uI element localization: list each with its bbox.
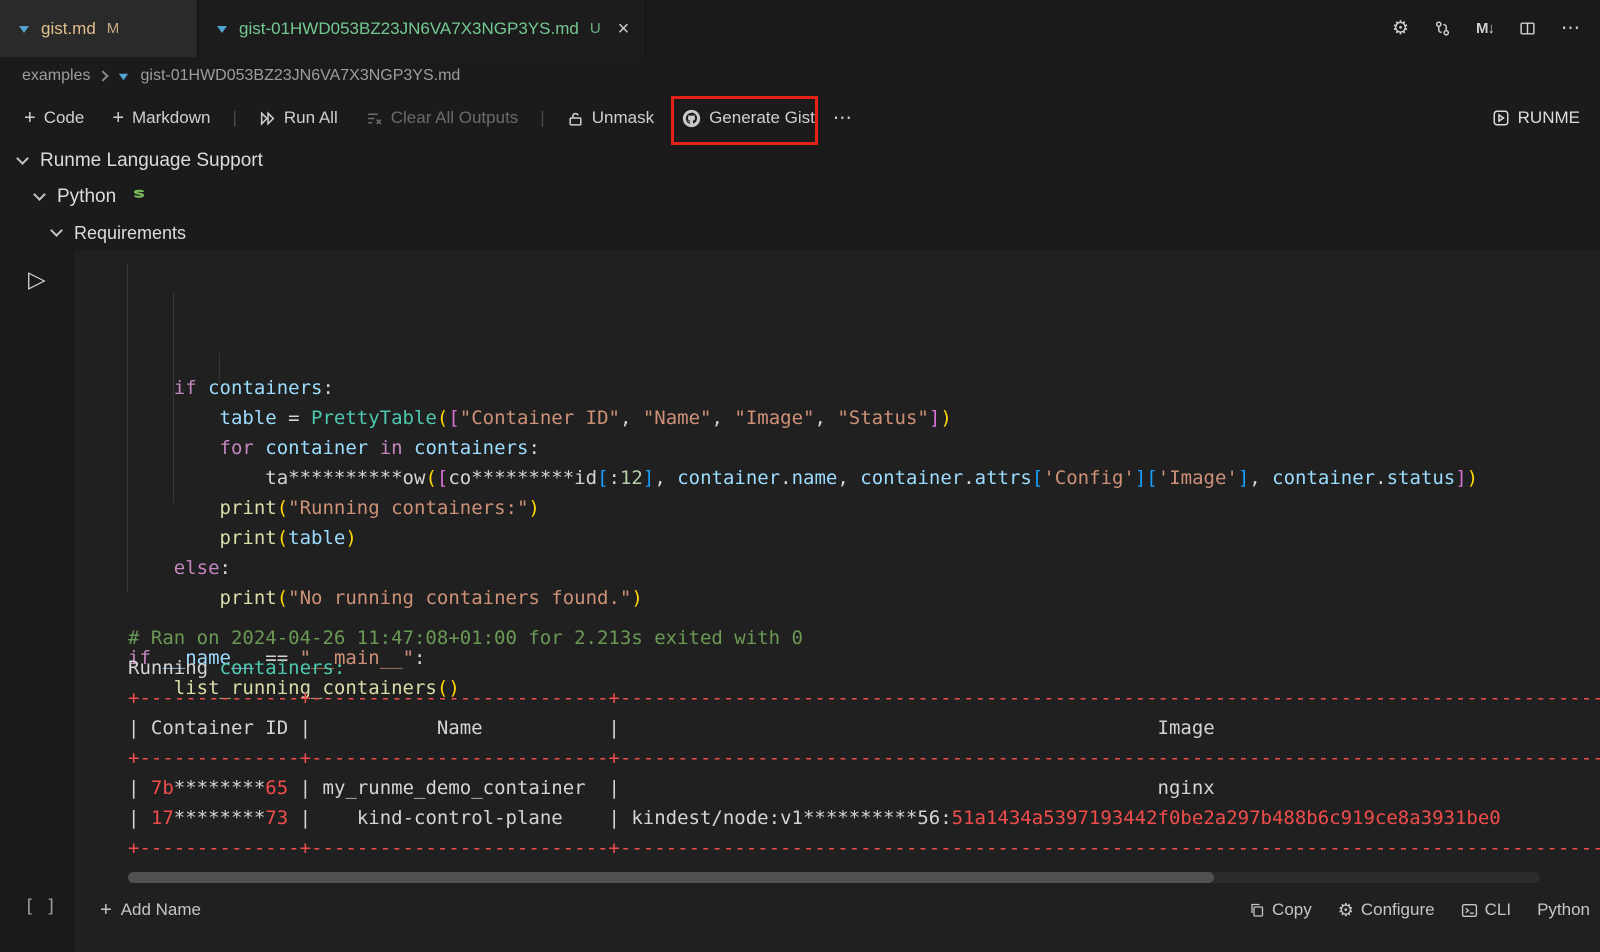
add-name-label: Add Name <box>121 900 201 920</box>
copy-button[interactable]: Copy <box>1249 900 1312 920</box>
notebook-toolbar: + Code + Markdown | Run All Clear All Ou… <box>0 95 1600 141</box>
add-code-label: Code <box>44 108 85 128</box>
section-runme-language-support[interactable]: Runme Language Support <box>0 143 1600 179</box>
add-code-cell-button[interactable]: + Code <box>14 102 94 134</box>
cli-label: CLI <box>1485 900 1511 920</box>
markdown-preview-icon[interactable]: M↓ <box>1476 20 1494 37</box>
chevron-down-icon <box>16 152 29 165</box>
unlock-icon <box>567 110 584 127</box>
scrollbar-thumb[interactable] <box>128 872 1214 883</box>
add-name-button[interactable]: + Add Name <box>100 899 201 922</box>
clear-outputs-icon <box>366 110 383 127</box>
indent-guide <box>173 293 174 503</box>
breadcrumb: examples gist-01HWD053BZ23JN6VA7X3NGP3YS… <box>0 57 1600 95</box>
configure-button[interactable]: ⚙ Configure <box>1338 900 1435 921</box>
toolbar-separator: | <box>536 108 548 128</box>
section-label: Python <box>57 186 116 208</box>
section-label: Requirements <box>74 223 186 244</box>
code-cell: ▷ [ ] if containers: table = PrettyTable… <box>0 250 1600 952</box>
markdown-file-icon <box>16 21 32 37</box>
add-markdown-cell-button[interactable]: + Markdown <box>102 102 220 134</box>
editor-actions: ⚙ M↓ ⋯ <box>1392 0 1600 57</box>
tab-gist-generated-md[interactable]: gist-01HWD053BZ23JN6VA7X3NGP3YS.md U × <box>198 0 646 57</box>
chevron-right-icon <box>98 70 109 81</box>
cell-gutter <box>0 250 75 952</box>
breadcrumb-file[interactable]: gist-01HWD053BZ23JN6VA7X3NGP3YS.md <box>140 67 460 85</box>
vscode-window: gist.md M gist-01HWD053BZ23JN6VA7X3NGP3Y… <box>0 0 1600 952</box>
runme-brand: RUNME <box>1492 108 1580 128</box>
unmask-label: Unmask <box>592 108 654 128</box>
run-cell-button[interactable]: ▷ <box>28 266 46 293</box>
split-editor-icon[interactable] <box>1519 20 1536 37</box>
unmask-button[interactable]: Unmask <box>557 102 664 134</box>
indent-guide <box>219 353 220 383</box>
horizontal-scrollbar <box>128 872 1540 883</box>
more-actions-icon[interactable]: ⋯ <box>833 107 852 130</box>
add-markdown-label: Markdown <box>132 108 210 128</box>
run-all-button[interactable]: Run All <box>249 102 348 134</box>
close-icon[interactable]: × <box>618 19 630 39</box>
clear-all-outputs-label: Clear All Outputs <box>391 108 519 128</box>
tab-gist-md[interactable]: gist.md M <box>0 0 198 57</box>
indent-guide <box>127 263 128 593</box>
terminal-icon <box>1461 902 1478 919</box>
markdown-file-icon <box>116 69 131 84</box>
language-label: Python <box>1537 900 1590 920</box>
markdown-file-icon <box>214 21 230 37</box>
snake-emoji-icon <box>129 189 147 205</box>
git-untracked-badge: U <box>590 20 601 37</box>
cli-button[interactable]: CLI <box>1461 900 1511 920</box>
chevron-down-icon <box>33 188 46 201</box>
execution-indicator: [ ] <box>24 896 57 917</box>
run-all-label: Run All <box>284 108 338 128</box>
generate-gist-label: Generate Gist <box>709 108 815 128</box>
tab-label: gist-01HWD053BZ23JN6VA7X3NGP3YS.md <box>239 19 579 39</box>
run-all-icon <box>259 110 276 127</box>
more-actions-icon[interactable]: ⋯ <box>1561 17 1580 40</box>
language-picker[interactable]: Python <box>1537 900 1590 920</box>
plus-icon: + <box>100 899 112 922</box>
plus-icon: + <box>24 108 36 128</box>
toolbar-separator: | <box>228 108 240 128</box>
gear-icon: ⚙ <box>1338 900 1354 921</box>
notebook-outline: Runme Language Support Python Requiremen… <box>0 143 1600 250</box>
git-compare-icon[interactable] <box>1434 20 1451 37</box>
configure-label: Configure <box>1361 900 1435 920</box>
plus-icon: + <box>112 108 124 128</box>
cell-footer: + Add Name Copy ⚙ Configure <box>75 888 1590 932</box>
section-label: Runme Language Support <box>40 150 263 172</box>
copy-icon <box>1249 902 1265 918</box>
tab-bar: gist.md M gist-01HWD053BZ23JN6VA7X3NGP3Y… <box>0 0 1600 57</box>
section-python[interactable]: Python <box>0 179 1600 215</box>
chevron-down-icon <box>50 224 63 237</box>
generate-gist-button[interactable]: Generate Gist <box>672 102 825 134</box>
section-requirements[interactable]: Requirements <box>0 215 1600 251</box>
runme-logo-icon <box>1492 109 1510 127</box>
tab-label: gist.md <box>41 19 96 39</box>
runme-brand-label: RUNME <box>1518 108 1580 128</box>
copy-label: Copy <box>1272 900 1312 920</box>
cell-output: # Ran on 2024-04-26 11:47:08+01:00 for 2… <box>128 623 1600 863</box>
breadcrumb-folder[interactable]: examples <box>22 67 90 85</box>
clear-all-outputs-button[interactable]: Clear All Outputs <box>356 102 529 134</box>
gear-icon[interactable]: ⚙ <box>1392 17 1409 40</box>
github-icon <box>682 109 701 128</box>
git-modified-badge: M <box>107 20 120 37</box>
